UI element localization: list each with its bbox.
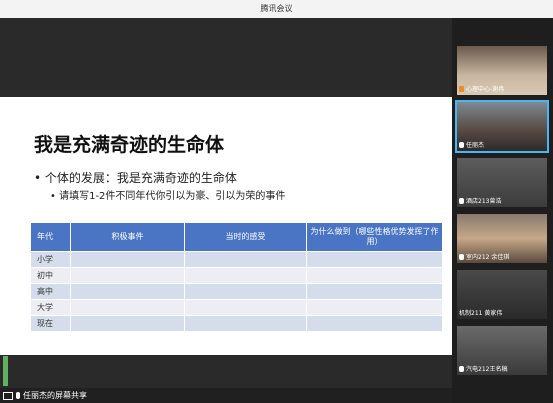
slide-bullet-1: • 个体的发展：我是充满奇迹的生命体 xyxy=(34,171,237,185)
table-cell xyxy=(70,251,185,268)
volume-indicator xyxy=(3,356,8,386)
participant-name: 机制211 黄家伟 xyxy=(459,310,503,317)
table-row: 现在 xyxy=(30,315,443,332)
table-cell: 大学 xyxy=(30,299,71,316)
slide-title: 我是充满奇迹的生命体 xyxy=(34,134,225,156)
host-badge-icon xyxy=(459,85,464,92)
table-cell: 高中 xyxy=(30,283,71,300)
screen-share-indicator[interactable]: 任丽杰的屏幕共享 xyxy=(3,390,87,401)
participant-tile[interactable]: 机制211 黄家伟 xyxy=(457,270,547,319)
table-cell xyxy=(306,299,443,316)
participant-tile[interactable]: 酒店213曾浩 xyxy=(457,158,547,207)
table-cell xyxy=(306,315,443,332)
slide-bullet-2: • 请填写1-2件不同年代你引以为豪、引以为荣的事件 xyxy=(50,191,286,202)
table-cell xyxy=(306,267,443,284)
table-row: 大学 xyxy=(30,299,443,316)
mic-icon xyxy=(459,197,464,204)
mic-icon xyxy=(459,365,464,372)
table-cell xyxy=(306,283,443,300)
participant-name: 任丽杰 xyxy=(466,142,485,149)
mic-icon xyxy=(16,392,20,399)
table-header-row: 年代 积极事件 当时的感受 为什么做到（哪些性格优势发挥了作用） xyxy=(30,222,443,252)
table-cell xyxy=(70,283,185,300)
shared-screen-area: 我是充满奇迹的生命体 • 个体的发展：我是充满奇迹的生命体 • 请填写1-2件不… xyxy=(0,18,452,388)
screen-share-icon xyxy=(3,391,13,400)
table-header: 积极事件 xyxy=(70,222,185,252)
table-cell xyxy=(184,315,307,332)
participant-tile[interactable]: 汽电212王名稿 xyxy=(457,326,547,375)
table-row: 初中 xyxy=(30,267,443,284)
table-cell: 小学 xyxy=(30,251,71,268)
participant-name: 汽电212王名稿 xyxy=(466,366,508,373)
table-cell xyxy=(70,267,185,284)
participant-sidebar[interactable]: 心理中心-谢冉 任丽杰 酒店213曾浩 室内212 余佳琪 机制211 黄家伟 xyxy=(452,18,553,403)
window-title: 腾讯会议 xyxy=(260,4,293,13)
table-cell xyxy=(184,283,307,300)
table-cell xyxy=(184,299,307,316)
participant-tile[interactable]: 室内212 余佳琪 xyxy=(457,214,547,263)
table-cell: 现在 xyxy=(30,315,71,332)
table-cell xyxy=(184,267,307,284)
participant-tile[interactable]: 心理中心-谢冉 xyxy=(457,46,547,95)
mic-icon xyxy=(459,141,464,148)
participant-name: 酒店213曾浩 xyxy=(466,198,502,205)
mic-icon xyxy=(459,253,464,260)
table-cell xyxy=(70,299,185,316)
title-bar: 腾讯会议 xyxy=(0,0,553,19)
table-cell xyxy=(70,315,185,332)
participant-name: 室内212 余佳琪 xyxy=(466,254,510,261)
table-header: 为什么做到（哪些性格优势发挥了作用） xyxy=(306,222,443,252)
table-row: 小学 xyxy=(30,251,443,268)
bottom-bar: 任丽杰的屏幕共享 xyxy=(0,388,452,403)
participant-tile-active[interactable]: 任丽杰 xyxy=(455,100,549,153)
table-cell xyxy=(184,251,307,268)
table-row: 高中 xyxy=(30,283,443,300)
screen-share-label: 任丽杰的屏幕共享 xyxy=(23,391,87,400)
events-table: 年代 积极事件 当时的感受 为什么做到（哪些性格优势发挥了作用） 小学 初中 高… xyxy=(30,222,443,332)
presentation-slide: 我是充满奇迹的生命体 • 个体的发展：我是充满奇迹的生命体 • 请填写1-2件不… xyxy=(0,97,452,355)
table-cell xyxy=(306,251,443,268)
table-header: 年代 xyxy=(30,222,71,252)
table-header: 当时的感受 xyxy=(184,222,307,252)
participant-name: 心理中心-谢冉 xyxy=(466,86,505,93)
table-cell: 初中 xyxy=(30,267,71,284)
